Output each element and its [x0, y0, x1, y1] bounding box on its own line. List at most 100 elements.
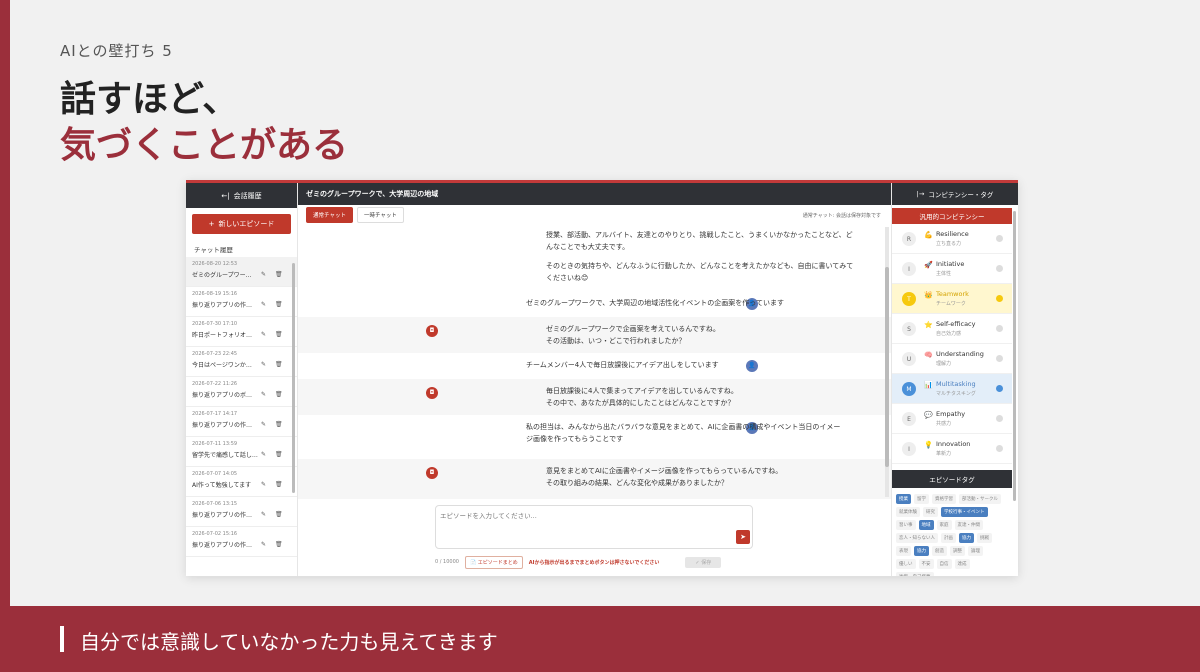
trash-icon[interactable]: 🗑: [275, 391, 283, 398]
trash-icon[interactable]: 🗑: [275, 421, 283, 428]
send-button[interactable]: ➤: [736, 530, 750, 544]
competency-panel-header[interactable]: |→ コンピテンシー・タグ: [892, 183, 1018, 205]
competency-name: Innovation: [936, 440, 971, 448]
check-icon: ✓: [695, 559, 700, 566]
episode-tag[interactable]: 留学: [914, 494, 929, 504]
trash-icon[interactable]: 🗑: [275, 271, 283, 278]
panel-scrollbar[interactable]: [1013, 211, 1016, 501]
competency-item[interactable]: R 💪 Resilience 立ち直る力: [892, 224, 1012, 254]
history-item-title: 振り返りアプリの作…: [192, 512, 253, 519]
episode-tag[interactable]: 表現: [896, 546, 911, 556]
chat-scrollbar-thumb[interactable]: [885, 267, 889, 467]
episode-tag[interactable]: 習い事: [896, 520, 916, 530]
trash-icon[interactable]: 🗑: [275, 331, 283, 338]
ai-avatar-icon: ◘: [426, 325, 438, 337]
episode-tag[interactable]: 創造: [932, 546, 947, 556]
competency-item[interactable]: E 💬 Empathy 共感力: [892, 404, 1012, 434]
episode-tag[interactable]: 調整: [950, 546, 965, 556]
episode-tag[interactable]: 挑戦: [977, 533, 992, 543]
trash-icon[interactable]: 🗑: [275, 541, 283, 548]
episode-input[interactable]: [440, 510, 720, 540]
trash-icon[interactable]: 🗑: [275, 511, 283, 518]
episode-tag[interactable]: 恋人・知らない人: [896, 533, 938, 543]
history-item[interactable]: 2026-07-22 11:26 振り返りアプリのボ… ✎ 🗑: [186, 377, 297, 407]
trash-icon[interactable]: 🗑: [275, 301, 283, 308]
tab-normal-chat[interactable]: 通常チャット: [306, 207, 353, 223]
chat-scrollbar[interactable]: [885, 227, 889, 497]
competency-letter-badge: I: [902, 262, 916, 276]
episode-tag[interactable]: 自信: [936, 559, 952, 569]
history-item[interactable]: 2026-07-02 15:16 振り返りアプリの作… ✎ 🗑: [186, 527, 297, 557]
episode-tag[interactable]: 友達・仲間: [954, 520, 983, 530]
edit-icon[interactable]: ✎: [261, 541, 266, 548]
edit-icon[interactable]: ✎: [261, 301, 266, 308]
episode-tag[interactable]: 部活動・サークル: [959, 494, 1001, 504]
ai-message: ◘ ゼミのグループワークで企画案を考えているんですね。 その活動は、いつ・どこで行わ…: [298, 317, 891, 353]
slide-caption-bar: 自分では意識していなかった力も見えてきます: [0, 606, 1200, 672]
competency-item[interactable]: S ⭐ Self-efficacy 自己効力感: [892, 314, 1012, 344]
sidebar-header[interactable]: ←| 会話履歴: [186, 183, 297, 208]
competency-item[interactable]: M 📊 Multitasking マルチタスキング: [892, 374, 1012, 404]
history-item[interactable]: 2026-07-17 14:17 振り返りアプリの作… ✎ 🗑: [186, 407, 297, 437]
competency-item[interactable]: T 👑 Teamwork チームワーク: [892, 284, 1012, 314]
char-counter: 0 / 10000: [435, 559, 459, 565]
episode-tag[interactable]: 就業体験: [896, 507, 920, 517]
competency-item[interactable]: I 🚀 Initiative 主体性: [892, 254, 1012, 284]
new-episode-button[interactable]: + 新しいエピソード: [192, 214, 291, 234]
edit-icon[interactable]: ✎: [261, 511, 266, 518]
competency-subtitle: 革新力: [936, 451, 952, 457]
competency-status-dot: [996, 265, 1003, 272]
episode-tag[interactable]: 協力: [959, 533, 974, 543]
episode-tag[interactable]: 地域: [918, 520, 934, 530]
episode-tag[interactable]: 論理: [968, 546, 983, 556]
episode-tag[interactable]: 家庭: [936, 520, 952, 530]
episode-tag[interactable]: 協力: [914, 546, 929, 556]
history-item-date: 2026-07-06 13:15: [192, 501, 238, 507]
app-screenshot: ←| 会話履歴 + 新しいエピソード チャット履歴 2026-08-20 12:…: [186, 180, 1018, 576]
episode-tag[interactable]: 研究: [923, 507, 938, 517]
sidebar-scrollbar[interactable]: [292, 263, 295, 493]
collapse-sidebar-icon[interactable]: ←|: [221, 192, 229, 200]
history-item[interactable]: 2026-07-06 13:15 振り返りアプリの作… ✎ 🗑: [186, 497, 297, 527]
episode-tag[interactable]: 学校行事・イベント: [941, 507, 988, 517]
trash-icon[interactable]: 🗑: [275, 451, 283, 458]
document-icon: 📄: [469, 559, 477, 566]
history-item-title: 振り返りアプリの作…: [192, 422, 253, 429]
episode-tag[interactable]: 後悔・自己嫌悪: [896, 572, 934, 576]
tab-temp-chat[interactable]: 一時チャット: [356, 207, 404, 223]
edit-icon[interactable]: ✎: [261, 361, 266, 368]
history-item-date: 2026-07-02 15:16: [192, 531, 238, 537]
episode-summary-button[interactable]: 📄 エピソードまとめ: [464, 555, 523, 569]
history-item[interactable]: 2026-07-07 14:05 AI作って勉強してます ✎ 🗑: [186, 467, 297, 497]
edit-icon[interactable]: ✎: [261, 421, 266, 428]
competency-letter-badge: T: [902, 292, 916, 306]
save-button[interactable]: ✓ 保存: [685, 556, 722, 568]
trash-icon[interactable]: 🗑: [275, 361, 283, 368]
history-sidebar: ←| 会話履歴 + 新しいエピソード チャット履歴 2026-08-20 12:…: [186, 183, 298, 576]
episode-tag[interactable]: 達成: [954, 559, 970, 569]
episode-tag[interactable]: 授業: [896, 494, 911, 504]
collapse-panel-icon[interactable]: |→: [917, 190, 925, 198]
edit-icon[interactable]: ✎: [261, 451, 266, 458]
episode-tag[interactable]: 資格学習: [932, 494, 956, 504]
edit-icon[interactable]: ✎: [261, 391, 266, 398]
history-item[interactable]: 2026-08-20 12:53 ゼミのグループワー… ✎ 🗑: [186, 257, 297, 287]
competency-item[interactable]: I 💡 Innovation 革新力: [892, 434, 1012, 464]
history-item[interactable]: 2026-08-19 15:16 振り返りアプリの作… ✎ 🗑: [186, 287, 297, 317]
history-item[interactable]: 2026-07-11 13:59 留学先で痛感して話し… ✎ 🗑: [186, 437, 297, 467]
history-item[interactable]: 2026-07-30 17:10 昨日ポートフォリオ… ✎ 🗑: [186, 317, 297, 347]
edit-icon[interactable]: ✎: [261, 481, 266, 488]
episode-tag[interactable]: 優しい: [896, 559, 916, 569]
episode-tag[interactable]: 不安: [918, 559, 934, 569]
history-item[interactable]: 2026-07-23 22:45 今日はページワンか… ✎ 🗑: [186, 347, 297, 377]
history-item-date: 2026-08-20 12:53: [192, 261, 238, 267]
edit-icon[interactable]: ✎: [261, 331, 266, 338]
edit-icon[interactable]: ✎: [261, 271, 266, 278]
competency-subtitle: チームワーク: [936, 301, 966, 307]
competency-item[interactable]: U 🧠 Understanding 理解力: [892, 344, 1012, 374]
history-item-date: 2026-07-23 22:45: [192, 351, 238, 357]
sidebar-title: 会話履歴: [233, 191, 262, 200]
episode-tag[interactable]: 計画: [941, 533, 956, 543]
trash-icon[interactable]: 🗑: [275, 481, 283, 488]
competency-section-title: 汎用的コンピテンシー: [892, 208, 1012, 224]
